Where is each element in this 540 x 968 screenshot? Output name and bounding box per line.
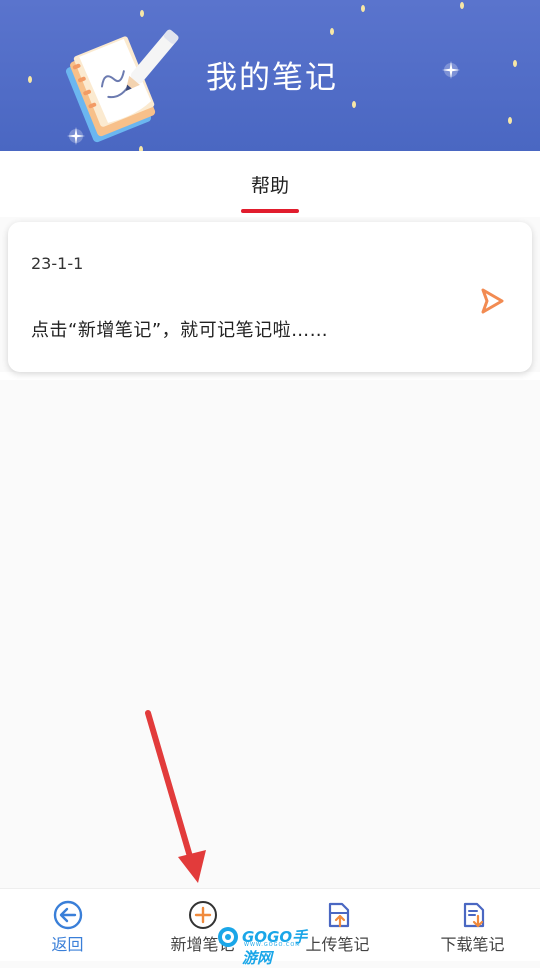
site-watermark: GOGO手游网 WWW.GOGO.COM xyxy=(216,924,321,967)
decor-dot xyxy=(28,76,32,83)
note-excerpt: 点击“新增笔记”，就可记笔记啦…… xyxy=(31,320,329,341)
decor-dot xyxy=(460,2,464,9)
nav-back-button[interactable]: 返回 xyxy=(0,889,135,961)
sparkle-icon xyxy=(442,61,460,79)
tab-help[interactable]: 帮助 xyxy=(220,151,320,217)
note-date: 23-1-1 xyxy=(31,254,84,273)
list-background xyxy=(0,372,540,380)
nav-download-note-button[interactable]: 下载笔记 xyxy=(405,889,540,961)
tab-label: 帮助 xyxy=(250,175,289,197)
decor-dot xyxy=(513,60,517,67)
page-title: 我的笔记 xyxy=(206,60,338,96)
decor-dot xyxy=(361,5,365,12)
app-header: 我的笔记 xyxy=(0,0,540,151)
download-note-icon xyxy=(463,902,485,928)
watermark-subtext: WWW.GOGO.COM xyxy=(244,942,301,948)
sparkle-icon xyxy=(67,127,85,145)
tab-bar: 帮助 xyxy=(0,151,540,217)
decor-dot xyxy=(140,10,144,17)
play-icon[interactable] xyxy=(478,286,506,316)
decor-dot xyxy=(508,117,512,124)
watermark-logo-icon xyxy=(218,927,238,947)
tab-active-indicator xyxy=(241,209,299,213)
nav-label: 下载笔记 xyxy=(440,935,505,954)
decor-dot xyxy=(352,101,356,108)
upload-note-icon xyxy=(328,902,350,928)
note-card[interactable]: 23-1-1 点击“新增笔记”，就可记笔记啦…… xyxy=(8,222,532,372)
decor-dot xyxy=(330,28,334,35)
nav-label: 返回 xyxy=(51,935,84,954)
back-arrow-circle-icon xyxy=(53,900,83,930)
plus-circle-icon xyxy=(189,901,217,929)
